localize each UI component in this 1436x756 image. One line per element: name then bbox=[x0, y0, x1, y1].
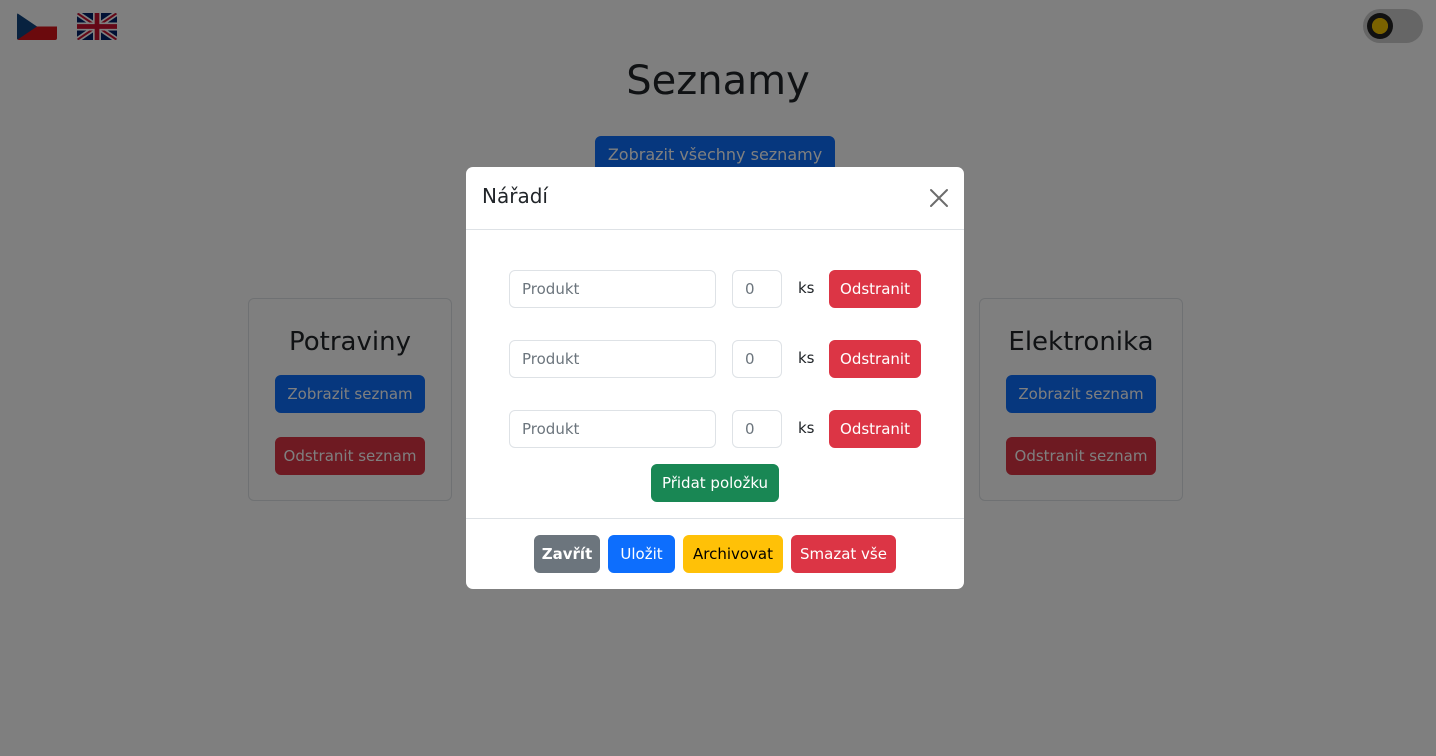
list-edit-modal: Nářadí ks Odstranit ks Odstranit ks Odst… bbox=[466, 167, 964, 589]
item-row: ks Odstranit bbox=[509, 270, 921, 308]
close-button[interactable]: Zavřít bbox=[534, 535, 600, 573]
modal-header: Nářadí bbox=[466, 167, 964, 230]
remove-item-button[interactable]: Odstranit bbox=[829, 340, 921, 378]
remove-item-button[interactable]: Odstranit bbox=[829, 410, 921, 448]
product-input[interactable] bbox=[509, 410, 716, 448]
quantity-input[interactable] bbox=[732, 270, 782, 308]
product-input[interactable] bbox=[509, 270, 716, 308]
add-item-button[interactable]: Přidat položku bbox=[651, 464, 779, 502]
unit-label: ks bbox=[798, 279, 815, 297]
item-row: ks Odstranit bbox=[509, 410, 921, 448]
product-input[interactable] bbox=[509, 340, 716, 378]
delete-all-button[interactable]: Smazat vše bbox=[791, 535, 896, 573]
archive-button[interactable]: Archivovat bbox=[683, 535, 783, 573]
modal-title: Nářadí bbox=[482, 184, 548, 208]
close-icon[interactable] bbox=[928, 187, 950, 209]
save-button[interactable]: Uložit bbox=[608, 535, 675, 573]
quantity-input[interactable] bbox=[732, 410, 782, 448]
modal-footer: Zavřít Uložit Archivovat Smazat vše bbox=[466, 518, 964, 589]
quantity-input[interactable] bbox=[732, 340, 782, 378]
remove-item-button[interactable]: Odstranit bbox=[829, 270, 921, 308]
unit-label: ks bbox=[798, 419, 815, 437]
unit-label: ks bbox=[798, 349, 815, 367]
item-row: ks Odstranit bbox=[509, 340, 921, 378]
